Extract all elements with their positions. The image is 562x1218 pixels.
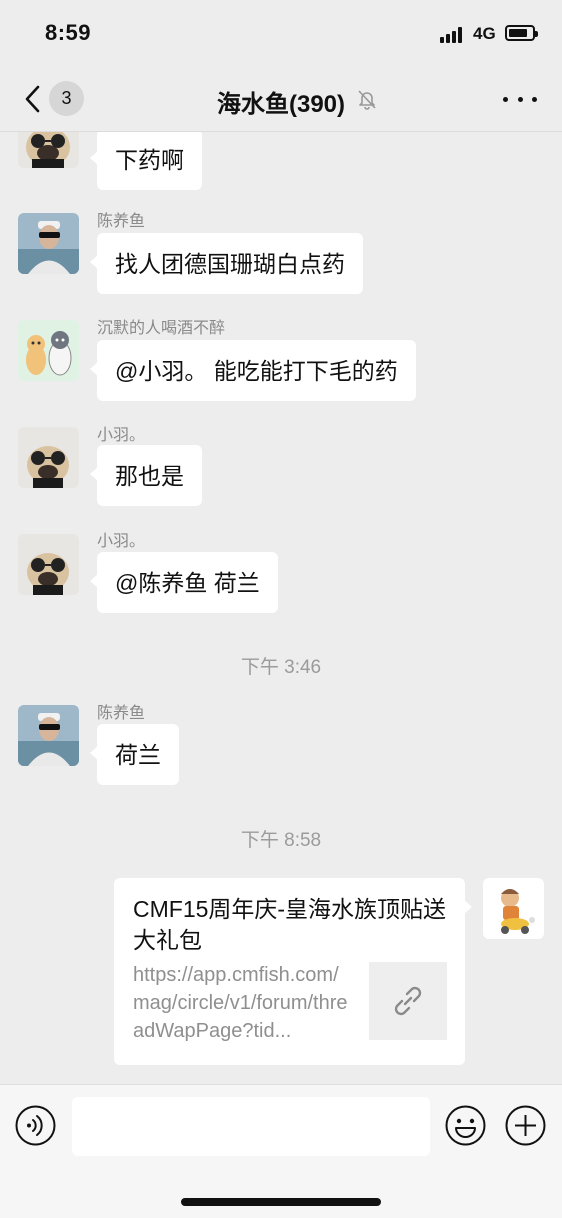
status-time: 8:59 (45, 20, 92, 45)
message-bubble[interactable]: 下药啊 (90, 132, 202, 190)
emoji-button[interactable] (445, 1105, 486, 1146)
message-text: 找人团德国珊瑚白点药 (115, 251, 345, 277)
home-indicator (181, 1198, 381, 1206)
scooter-avatar-image (483, 878, 544, 939)
avatar[interactable] (18, 427, 79, 488)
message-text: 荷兰 (115, 742, 161, 768)
avatar[interactable] (18, 320, 79, 381)
more-options-button[interactable] (503, 86, 537, 112)
pug-avatar-image (18, 427, 79, 488)
chat-title: 海水鱼(390) (216, 91, 346, 118)
link-card-message[interactable]: CMF15周年庆-皇海水族顶贴送大礼包 https://app.cmfish.c… (114, 878, 472, 1065)
avatar[interactable] (18, 705, 79, 766)
avatar[interactable] (18, 213, 79, 274)
chat-header: 3 海水鱼(390) (0, 66, 562, 132)
man-avatar-image (18, 705, 79, 766)
message-text: 下药啊 (115, 147, 184, 173)
voice-icon (15, 1105, 56, 1146)
signal-icon (440, 27, 462, 43)
avatar[interactable] (483, 878, 544, 939)
ellipsis-icon (503, 96, 508, 102)
sender-name: 陈养鱼 (97, 213, 146, 230)
chat-messages[interactable]: 下药啊 陈养鱼 找人团德国珊瑚白点药 沉默的人喝酒不醉 @小羽。 能吃能打下毛的… (0, 132, 562, 1084)
pug-avatar-image (18, 534, 79, 595)
message-bubble[interactable]: 荷兰 (90, 724, 179, 785)
plus-circle-icon (505, 1105, 546, 1146)
sender-name: 陈养鱼 (97, 705, 146, 722)
sender-name: 沉默的人喝酒不醉 (97, 320, 226, 337)
time-separator: 下午 8:58 (240, 830, 322, 851)
message-input[interactable] (72, 1097, 430, 1156)
message-bubble[interactable]: 找人团德国珊瑚白点药 (90, 233, 363, 294)
smile-icon (445, 1105, 486, 1146)
time-separator: 下午 3:46 (240, 657, 322, 678)
battery-icon (505, 25, 538, 41)
more-actions-button[interactable] (505, 1105, 546, 1146)
sender-name: 小羽。 (97, 533, 146, 550)
message-bubble[interactable]: @陈养鱼 荷兰 (90, 552, 278, 613)
avatar[interactable] (18, 132, 79, 168)
message-text: 那也是 (115, 463, 184, 489)
pug-avatar-image (18, 132, 79, 168)
message-bubble[interactable]: @小羽。 能吃能打下毛的药 (90, 340, 416, 401)
cartoon-avatar-image (18, 320, 79, 381)
status-bar: 8:59 4G (0, 0, 562, 66)
voice-button[interactable] (15, 1105, 56, 1146)
man-avatar-image (18, 213, 79, 274)
network-label: 4G (473, 24, 496, 43)
message-bubble[interactable]: 那也是 (90, 445, 202, 506)
sender-name: 小羽。 (97, 427, 146, 444)
link-icon (394, 986, 422, 1016)
link-card-url: https://app.cmfish.com/mag/circle/v1/for… (133, 964, 348, 1042)
message-text: @小羽。 能吃能打下毛的药 (115, 358, 398, 384)
link-card-thumbnail (369, 962, 447, 1040)
bell-slash-icon (356, 88, 378, 110)
message-text: @陈养鱼 荷兰 (115, 570, 260, 596)
avatar[interactable] (18, 534, 79, 595)
link-card-title: CMF15周年庆-皇海水族顶贴送大礼包 (133, 896, 447, 953)
input-bar (0, 1084, 562, 1218)
